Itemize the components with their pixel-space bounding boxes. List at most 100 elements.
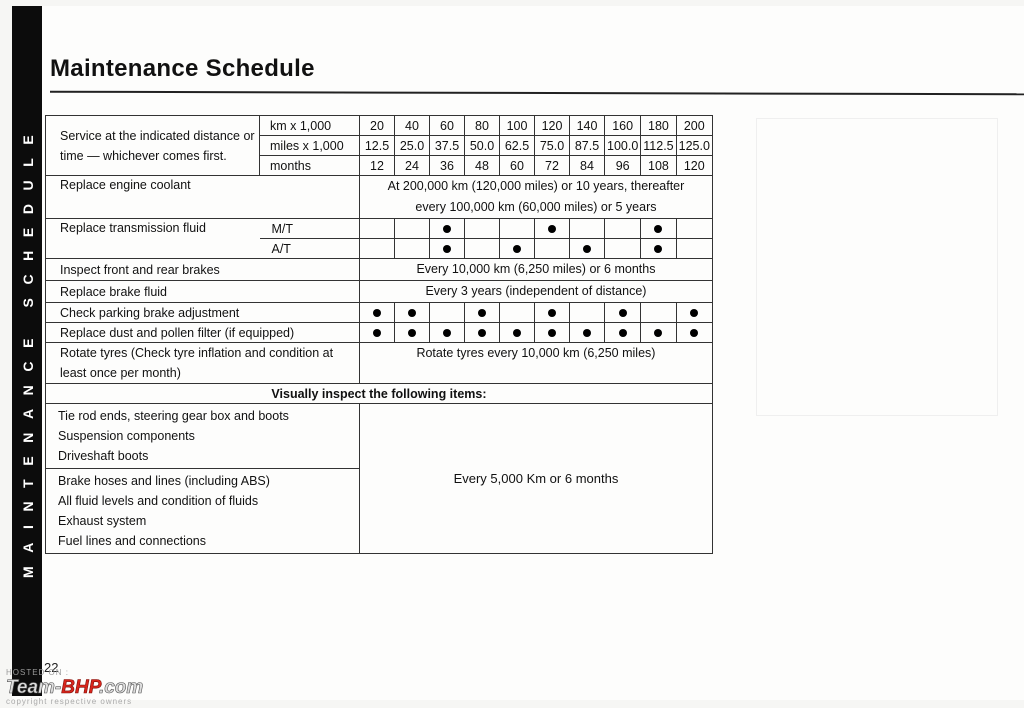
watermark-brand-a: Team- [6, 677, 62, 699]
mark-cell [359, 218, 395, 239]
service-dot-icon [548, 308, 556, 317]
mark-cell [534, 322, 570, 343]
mark-cell [534, 238, 570, 259]
visual-item: Fuel lines and connections [58, 534, 207, 548]
months-cell: 96 [603, 155, 642, 176]
miles-cell: 75.0 [534, 135, 570, 156]
km-cell: 120 [534, 115, 570, 136]
watermark-brand-b: BHP [61, 677, 99, 699]
visual-item: Exhaust system [58, 514, 147, 528]
item-label: Replace dust and pollen filter (if equip… [45, 322, 360, 343]
visual-item: Driveshaft boots [58, 449, 149, 463]
header-row-km: Service at the indicated distance or tim… [45, 115, 713, 176]
row-visual-heading: Visually inspect the following items: [45, 383, 713, 404]
mark-cell [359, 322, 395, 343]
mark-cell [569, 302, 605, 323]
item-label: Rotate tyres (Check tyre inflation and c… [45, 342, 360, 384]
mark-cell [394, 218, 430, 239]
mark-cell [499, 238, 535, 259]
visual-group-2: Brake hoses and lines (including ABS) Al… [45, 468, 360, 554]
mark-cell [675, 218, 713, 239]
item-interval: Every 10,000 km (6,250 miles) or 6 month… [359, 258, 713, 281]
km-cell: 60 [429, 115, 465, 136]
row-visual-group1: Tie rod ends, steering gear box and boot… [45, 403, 713, 554]
mark-cell [569, 238, 605, 259]
at-label: A/T [259, 238, 360, 259]
mark-cell [429, 218, 465, 239]
mark-cell [359, 238, 395, 259]
service-dot-icon [583, 244, 591, 253]
service-dot-icon [690, 308, 699, 317]
service-dot-icon [373, 308, 381, 317]
service-dot-icon [478, 328, 486, 337]
months-cell: 108 [640, 155, 677, 176]
side-tab-label: MAINTENANCE SCHEDULE [20, 121, 36, 578]
months-cell: 72 [534, 155, 570, 176]
service-dot-icon [443, 244, 451, 253]
page-title: Maintenance Schedule [50, 55, 315, 82]
mark-cell [603, 218, 642, 239]
months-cell: 48 [464, 155, 500, 176]
visual-item: All fluid levels and condition of fluids [58, 494, 259, 508]
mark-cell [429, 322, 465, 343]
visual-group-1: Tie rod ends, steering gear box and boot… [45, 403, 360, 469]
km-cell: 40 [394, 115, 430, 136]
service-dot-icon [513, 328, 521, 337]
months-cell: 84 [569, 155, 605, 176]
item-interval: Every 3 years (independent of distance) [359, 280, 713, 303]
service-dot-icon [583, 328, 591, 337]
miles-cell: 37.5 [429, 135, 465, 156]
miles-cell: 87.5 [569, 135, 605, 156]
item-interval: At 200,000 km (120,000 miles) or 10 year… [359, 175, 713, 219]
intro-cell: Service at the indicated distance or tim… [45, 115, 260, 176]
item-label: Inspect front and rear brakes [45, 258, 360, 281]
row-pollen-filter: Replace dust and pollen filter (if equip… [45, 322, 713, 343]
km-cell: 80 [464, 115, 500, 136]
months-cell: 12 [359, 155, 395, 176]
miles-cell: 12.5 [359, 135, 395, 156]
mark-cell [499, 218, 535, 239]
service-dot-icon [408, 328, 416, 337]
km-cell: 200 [675, 115, 713, 136]
mark-cell [640, 302, 677, 323]
watermark-hosted: HOSTED ON : [6, 668, 70, 677]
item-label: Replace engine coolant [45, 175, 360, 219]
row-brake-fluid: Replace brake fluid Every 3 years (indep… [45, 280, 713, 303]
months-cell: 120 [675, 155, 713, 176]
service-dot-icon [618, 328, 627, 337]
row-coolant: Replace engine coolant At 200,000 km (12… [45, 175, 713, 219]
service-dot-icon [443, 328, 451, 337]
mark-cell [534, 302, 570, 323]
service-dot-icon [548, 328, 556, 337]
mark-cell [499, 302, 535, 323]
mark-cell [675, 238, 713, 259]
item-label: Replace transmission fluid [45, 218, 260, 259]
mark-cell [464, 302, 500, 323]
service-dot-icon [408, 308, 416, 317]
service-dot-icon [478, 308, 486, 317]
service-dot-icon [654, 224, 663, 233]
mark-cell [359, 302, 395, 323]
mark-cell [394, 302, 430, 323]
service-dot-icon [373, 328, 381, 337]
mark-cell [534, 218, 570, 239]
mark-cell [675, 322, 713, 343]
mark-cell [499, 322, 535, 343]
km-cell: 140 [569, 115, 605, 136]
visual-interval: Every 5,000 Km or 6 months [359, 403, 713, 554]
months-cell: 24 [394, 155, 430, 176]
km-cell: 20 [359, 115, 395, 136]
visual-inspect-heading: Visually inspect the following items: [45, 383, 713, 404]
service-dot-icon [654, 244, 663, 253]
mark-cell [603, 302, 642, 323]
months-cell: 60 [499, 155, 535, 176]
watermark-brand-c: .com [98, 677, 144, 699]
bleed-through-table [756, 118, 998, 416]
row-tyres: Rotate tyres (Check tyre inflation and c… [45, 342, 713, 384]
visual-item: Tie rod ends, steering gear box and boot… [58, 409, 289, 423]
miles-cell: 100.0 [603, 135, 642, 156]
service-dot-icon [654, 328, 663, 337]
service-dot-icon [548, 224, 556, 233]
mark-cell [464, 218, 500, 239]
miles-cell: 50.0 [464, 135, 500, 156]
